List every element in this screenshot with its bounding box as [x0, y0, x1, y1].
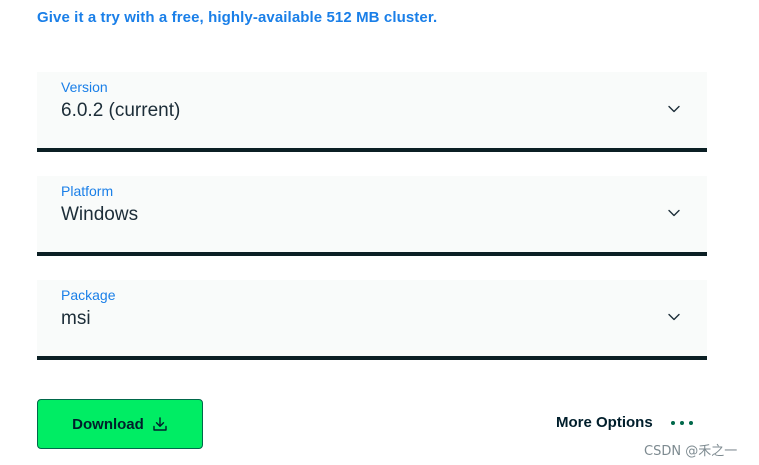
chevron-down-icon [668, 209, 680, 217]
download-icon [153, 417, 167, 431]
download-button-label: Download [72, 415, 144, 433]
chevron-down-icon [668, 313, 680, 321]
platform-value: Windows [61, 204, 139, 225]
promo-link[interactable]: Give it a try with a free, highly-availa… [37, 9, 437, 26]
dot [670, 420, 675, 425]
chevron-down-icon [668, 105, 680, 113]
version-value: 6.0.2 (current) [61, 100, 181, 121]
package-value: msi [61, 308, 91, 329]
version-select[interactable]: Version 6.0.2 (current) [37, 72, 707, 152]
more-options-label: More Options [556, 414, 653, 431]
dot [688, 420, 693, 425]
platform-label: Platform [61, 183, 114, 199]
more-options-button[interactable]: More Options [556, 414, 693, 431]
download-button[interactable]: Download [37, 399, 203, 449]
package-select[interactable]: Package msi [37, 280, 707, 360]
download-page: Give it a try with a free, highly-availa… [0, 0, 759, 465]
platform-select[interactable]: Platform Windows [37, 176, 707, 256]
package-label: Package [61, 287, 116, 303]
dot [679, 420, 684, 425]
version-label: Version [61, 79, 108, 95]
ellipsis-icon [670, 420, 693, 425]
watermark: CSDN @禾之一 [644, 444, 738, 459]
